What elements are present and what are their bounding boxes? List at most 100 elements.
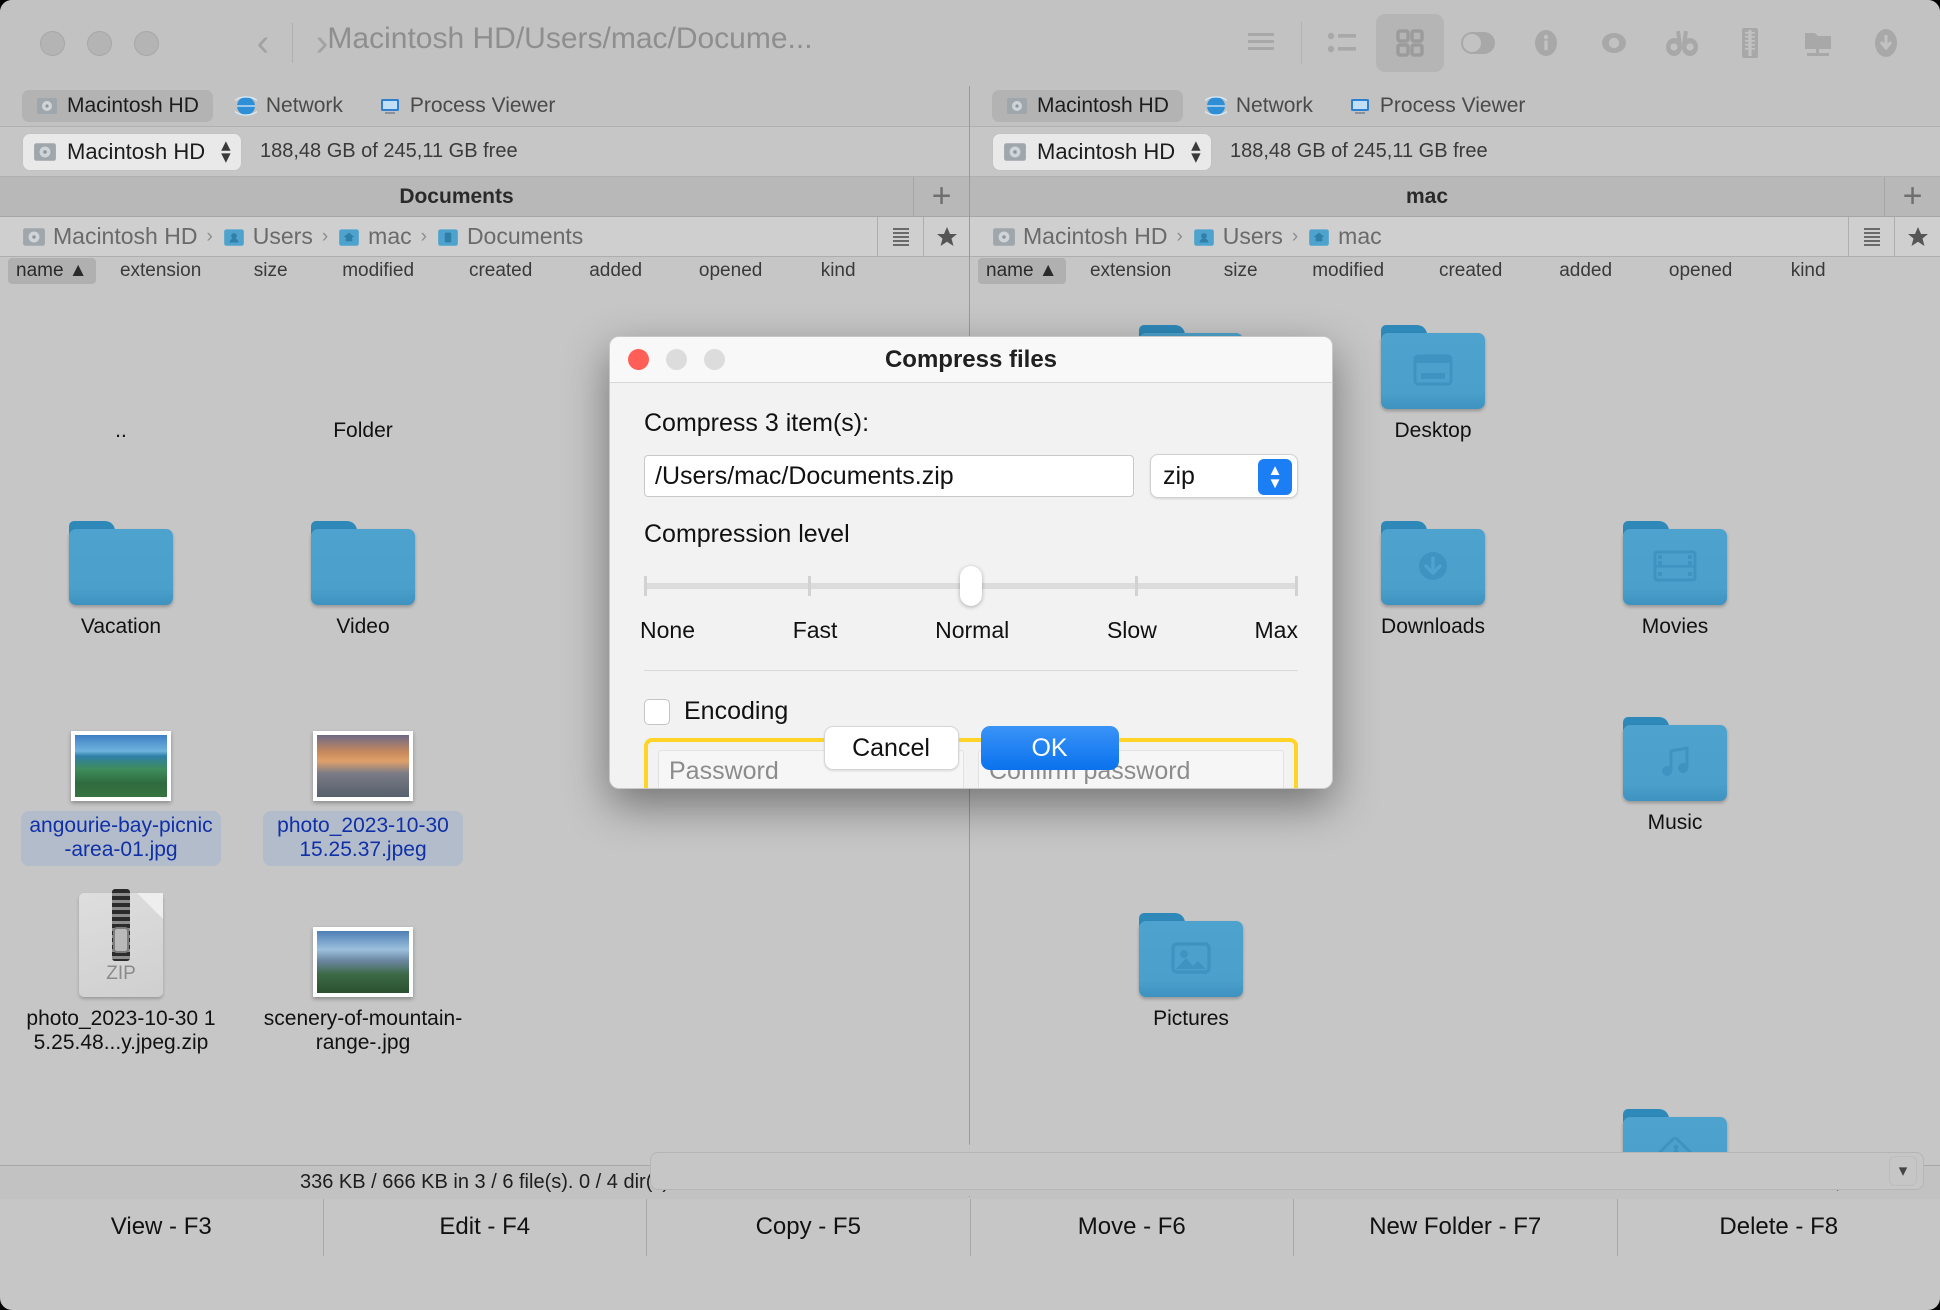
fkey-edit[interactable]: Edit - F4: [323, 1197, 647, 1256]
fkey-delete[interactable]: Delete - F8: [1617, 1197, 1940, 1256]
breadcrumb-item-users[interactable]: Users: [222, 223, 313, 250]
breadcrumb-item-mac[interactable]: mac: [1307, 223, 1382, 250]
hard-disk-icon: [1007, 98, 1027, 114]
slider-tick: [1134, 576, 1138, 596]
fkey-new-folder[interactable]: New Folder - F7: [1294, 1197, 1618, 1256]
folder-icon: [311, 521, 415, 605]
slider-label-max: Max: [1254, 617, 1298, 643]
column-header-size[interactable]: size: [1196, 260, 1286, 282]
back-icon[interactable]: ‹: [234, 17, 292, 69]
binoculars-search-icon[interactable]: [1648, 14, 1716, 72]
list-item[interactable]: Desktop: [1312, 291, 1554, 487]
fkey-copy[interactable]: Copy - F5: [647, 1197, 971, 1256]
cancel-button[interactable]: Cancel: [823, 726, 959, 770]
column-header-opened[interactable]: opened: [1641, 260, 1761, 282]
icon-grid-view-icon[interactable]: [1376, 14, 1444, 72]
info-icon[interactable]: [1512, 14, 1580, 72]
column-header-extension[interactable]: extension: [96, 260, 226, 282]
left-column-headers: name ▲ extension size modified created a…: [0, 257, 969, 285]
breadcrumb-item-macintosh-hd[interactable]: Macintosh HD: [992, 223, 1167, 250]
column-header-kind[interactable]: kind: [791, 260, 886, 282]
list-item[interactable]: angourie-bay-picnic-area-01.jpg: [0, 683, 242, 879]
zip-archive-icon[interactable]: [1716, 14, 1784, 72]
photo-thumbnail-icon: [313, 731, 413, 801]
folder-tab-title[interactable]: mac: [970, 185, 1884, 209]
list-item[interactable]: Video: [242, 487, 484, 683]
column-header-kind[interactable]: kind: [1761, 260, 1856, 282]
download-icon[interactable]: [1852, 14, 1920, 72]
left-drive-row: Macintosh HD ▴ ▾ 188,48 GB of 245,11 GB f…: [0, 127, 969, 177]
breadcrumb-item-mac[interactable]: mac: [337, 223, 412, 250]
dialog-titlebar: Compress files: [610, 337, 1332, 383]
list-item[interactable]: Downloads: [1312, 487, 1554, 683]
slider-label-none: None: [640, 617, 695, 643]
list-item[interactable]: ZIP photo_2023-10-30 15.25.48...y.jpeg.z…: [0, 879, 242, 1075]
list-item[interactable]: Movies: [1554, 487, 1796, 683]
column-header-opened[interactable]: opened: [671, 260, 791, 282]
tab-macintosh-hd-left[interactable]: Macintosh HD: [22, 90, 213, 122]
column-header-name[interactable]: name ▲: [978, 258, 1066, 284]
breadcrumb-item-documents[interactable]: Documents: [436, 223, 583, 250]
breadcrumb-separator: ›: [1291, 225, 1299, 247]
column-header-modified[interactable]: modified: [1286, 260, 1411, 282]
fkey-view[interactable]: View - F3: [0, 1197, 324, 1256]
breadcrumb-item-users[interactable]: Users: [1192, 223, 1283, 250]
list-lines-icon[interactable]: [1848, 217, 1894, 256]
list-item[interactable]: Pictures: [1070, 879, 1312, 1075]
ok-button[interactable]: OK: [980, 726, 1119, 770]
stepper-updown-icon[interactable]: ▴ ▾: [221, 136, 231, 166]
column-header-created[interactable]: created: [441, 260, 561, 282]
breadcrumb-label: Macintosh HD: [1023, 223, 1168, 249]
favorite-star-icon[interactable]: [1894, 217, 1940, 256]
drive-selector-right[interactable]: Macintosh HD ▴ ▾: [992, 132, 1212, 171]
detail-list-icon[interactable]: [1308, 14, 1376, 72]
add-tab-button[interactable]: +: [913, 177, 969, 216]
right-breadcrumb: Macintosh HD › Users › mac: [970, 217, 1940, 257]
command-input[interactable]: ▾: [650, 1151, 1924, 1190]
network-folder-icon[interactable]: [1784, 14, 1852, 72]
hamburger-list-icon[interactable]: [1227, 14, 1295, 72]
chevron-down-icon[interactable]: ▾: [1889, 1155, 1917, 1186]
favorite-star-icon[interactable]: [923, 217, 969, 256]
fkey-move[interactable]: Move - F6: [970, 1197, 1294, 1256]
list-item[interactable]: Music: [1554, 683, 1796, 879]
breadcrumb-item-macintosh-hd[interactable]: Macintosh HD: [22, 223, 197, 250]
minimize-button[interactable]: [87, 30, 112, 56]
column-header-modified[interactable]: modified: [316, 260, 441, 282]
column-header-extension[interactable]: extension: [1066, 260, 1196, 282]
list-item[interactable]: scenery-of-mountain-range-.jpg: [242, 879, 484, 1075]
column-header-name[interactable]: name ▲: [8, 258, 96, 284]
item-label: Vacation: [80, 615, 162, 638]
tab-network-right[interactable]: Network: [1191, 90, 1327, 122]
add-tab-button[interactable]: +: [1884, 177, 1940, 216]
column-header-added[interactable]: added: [1531, 260, 1641, 282]
tab-process-viewer-right[interactable]: Process Viewer: [1335, 90, 1540, 122]
globe-icon: [1204, 96, 1227, 116]
compression-level-slider[interactable]: [644, 566, 1298, 606]
column-header-size[interactable]: size: [226, 260, 316, 282]
zoom-button[interactable]: [134, 30, 159, 56]
list-item[interactable]: ..: [0, 291, 242, 487]
users-folder-icon: [223, 228, 244, 246]
list-item[interactable]: photo_2023-10-30 15.25.37.jpeg: [242, 683, 484, 879]
list-item[interactable]: Folder: [242, 291, 484, 487]
home-folder-icon: [1309, 228, 1329, 246]
column-header-added[interactable]: added: [561, 260, 671, 282]
toggle-switch-icon[interactable]: [1444, 14, 1512, 72]
folder-tab-title[interactable]: Documents: [0, 185, 913, 209]
eye-preview-icon[interactable]: [1580, 14, 1648, 72]
list-lines-icon[interactable]: [877, 217, 923, 256]
list-item[interactable]: Vacation: [0, 487, 242, 683]
close-button[interactable]: [40, 30, 65, 56]
tab-macintosh-hd-right[interactable]: Macintosh HD: [992, 90, 1183, 122]
stepper-updown-icon[interactable]: ▲ ▼: [1258, 459, 1292, 495]
archive-format-select[interactable]: zip ▲ ▼: [1150, 454, 1298, 498]
archive-path-input[interactable]: /Users/mac/Documents.zip: [644, 455, 1134, 497]
slider-thumb[interactable]: [960, 566, 982, 606]
drive-selector-left[interactable]: Macintosh HD ▴ ▾: [22, 132, 242, 171]
breadcrumb-separator: ›: [420, 225, 427, 247]
tab-network-left[interactable]: Network: [221, 90, 357, 122]
stepper-updown-icon[interactable]: ▴ ▾: [1191, 136, 1201, 166]
tab-process-viewer-left[interactable]: Process Viewer: [365, 90, 570, 122]
column-header-created[interactable]: created: [1411, 260, 1531, 282]
